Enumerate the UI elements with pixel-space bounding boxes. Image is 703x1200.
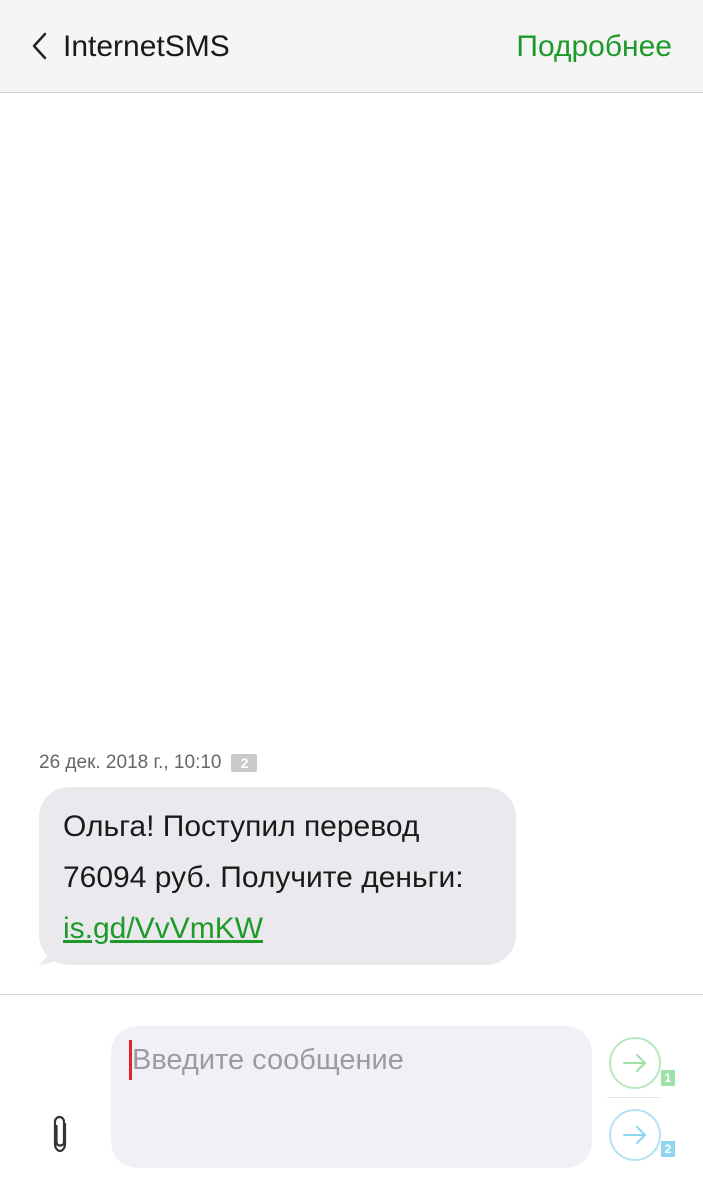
arrow-right-icon xyxy=(623,1054,646,1072)
message-input[interactable]: Введите сообщение xyxy=(111,1026,592,1168)
details-button[interactable]: Подробнее xyxy=(516,28,672,66)
sim-badge: 2 xyxy=(231,754,258,772)
send-separator xyxy=(607,1097,659,1098)
chevron-left-icon xyxy=(32,32,47,60)
message-link[interactable]: is.gd/VvVmKW xyxy=(63,912,263,945)
arrow-right-icon xyxy=(623,1126,646,1144)
message-bubble[interactable]: Ольга! Поступил перевод 76094 руб. Получ… xyxy=(39,787,516,965)
composer-divider xyxy=(0,994,703,995)
top-bar: InternetSMS Подробнее xyxy=(0,0,703,93)
conversation-title: InternetSMS xyxy=(63,30,230,63)
message-meta: 26 дек. 2018 г., 10:10 2 xyxy=(39,750,258,776)
message-timestamp: 26 дек. 2018 г., 10:10 xyxy=(39,752,222,773)
paperclip-icon xyxy=(53,1115,67,1153)
message-input-placeholder: Введите сообщение xyxy=(132,1044,404,1076)
send-sim1-button[interactable] xyxy=(609,1037,661,1089)
attach-button[interactable] xyxy=(44,1110,76,1158)
message-body: Ольга! Поступил перевод 76094 руб. Получ… xyxy=(63,810,464,894)
sim1-indicator: 1 xyxy=(661,1070,675,1086)
sim2-indicator: 2 xyxy=(661,1141,675,1157)
message-text: Ольга! Поступил перевод 76094 руб. Получ… xyxy=(63,801,503,954)
send-sim2-button[interactable] xyxy=(609,1109,661,1161)
back-button[interactable] xyxy=(20,26,60,66)
